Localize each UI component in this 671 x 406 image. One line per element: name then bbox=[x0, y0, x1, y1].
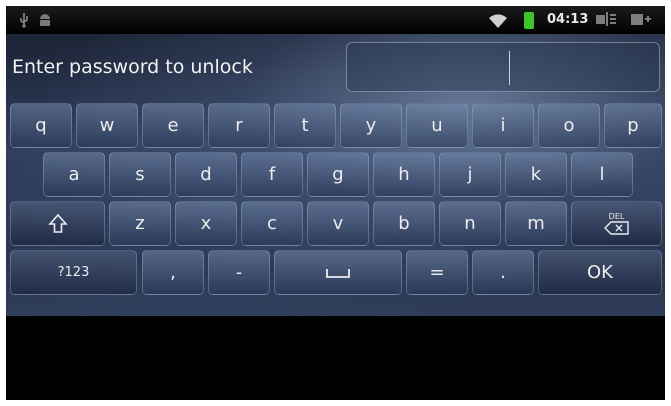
key-label: e bbox=[167, 115, 179, 136]
key-label: r bbox=[235, 115, 243, 136]
lock-screen: Enter password to unlock q w e r t y u i… bbox=[6, 34, 665, 316]
key-d[interactable]: d bbox=[175, 152, 237, 197]
key-h[interactable]: h bbox=[373, 152, 435, 197]
key-label: q bbox=[35, 115, 47, 136]
key-a[interactable]: a bbox=[43, 152, 105, 197]
key-label: k bbox=[530, 164, 542, 185]
key-equals[interactable]: = bbox=[406, 250, 468, 295]
shift-icon bbox=[47, 213, 68, 233]
key-s[interactable]: s bbox=[109, 152, 171, 197]
empty-area bbox=[6, 316, 665, 400]
delete-key[interactable]: DEL bbox=[571, 201, 662, 246]
key-label: f bbox=[268, 164, 276, 185]
wifi-icon bbox=[489, 14, 507, 28]
key-label: h bbox=[398, 164, 410, 185]
key-o[interactable]: o bbox=[538, 103, 600, 148]
key-label: d bbox=[200, 164, 212, 185]
key-u[interactable]: u bbox=[406, 103, 468, 148]
backspace-icon bbox=[603, 221, 629, 235]
key-label: x bbox=[200, 213, 212, 234]
device-screen: 04:13 Enter password to unlock q w e r t… bbox=[6, 6, 665, 400]
key-label: n bbox=[464, 213, 476, 234]
text-cursor bbox=[509, 51, 510, 85]
key-label: z bbox=[135, 213, 145, 234]
key-label: j bbox=[467, 164, 473, 185]
key-g[interactable]: g bbox=[307, 152, 369, 197]
ok-key[interactable]: OK bbox=[538, 250, 662, 295]
key-e[interactable]: e bbox=[142, 103, 204, 148]
key-comma[interactable]: , bbox=[142, 250, 204, 295]
space-key[interactable] bbox=[274, 250, 402, 295]
shift-key[interactable] bbox=[10, 201, 105, 246]
key-dash[interactable]: - bbox=[208, 250, 270, 295]
key-z[interactable]: z bbox=[109, 201, 171, 246]
space-icon bbox=[326, 268, 350, 278]
key-t[interactable]: t bbox=[274, 103, 336, 148]
key-v[interactable]: v bbox=[307, 201, 369, 246]
key-r[interactable]: r bbox=[208, 103, 270, 148]
delete-key-label: DEL bbox=[608, 212, 625, 221]
key-l[interactable]: l bbox=[571, 152, 633, 197]
signal-icon bbox=[596, 12, 616, 26]
usb-icon bbox=[20, 13, 28, 28]
key-label: OK bbox=[587, 262, 613, 283]
clock: 04:13 bbox=[547, 12, 589, 27]
key-i[interactable]: i bbox=[472, 103, 534, 148]
key-x[interactable]: x bbox=[175, 201, 237, 246]
key-label: o bbox=[563, 115, 575, 136]
status-bar: 04:13 bbox=[6, 6, 665, 34]
key-m[interactable]: m bbox=[505, 201, 567, 246]
key-f[interactable]: f bbox=[241, 152, 303, 197]
key-label: . bbox=[500, 262, 506, 283]
key-label: l bbox=[599, 164, 605, 185]
key-label: p bbox=[627, 115, 639, 136]
key-q[interactable]: q bbox=[10, 103, 72, 148]
key-c[interactable]: c bbox=[241, 201, 303, 246]
key-y[interactable]: y bbox=[340, 103, 402, 148]
key-period[interactable]: . bbox=[472, 250, 534, 295]
key-label: , bbox=[170, 262, 176, 283]
key-label: v bbox=[332, 213, 344, 234]
notification-icon[interactable] bbox=[631, 12, 653, 26]
key-label: g bbox=[332, 164, 344, 185]
key-p[interactable]: p bbox=[604, 103, 662, 148]
key-k[interactable]: k bbox=[505, 152, 567, 197]
unlock-prompt: Enter password to unlock bbox=[12, 56, 253, 78]
key-j[interactable]: j bbox=[439, 152, 501, 197]
key-label: = bbox=[429, 262, 445, 283]
battery-icon bbox=[524, 12, 534, 29]
key-w[interactable]: w bbox=[76, 103, 138, 148]
key-label: ?123 bbox=[57, 265, 90, 280]
android-icon bbox=[40, 14, 50, 26]
key-label: b bbox=[398, 213, 410, 234]
key-label: w bbox=[99, 115, 115, 136]
key-label: i bbox=[500, 115, 506, 136]
key-label: - bbox=[235, 262, 243, 283]
key-label: u bbox=[431, 115, 443, 136]
symbols-key[interactable]: ?123 bbox=[10, 250, 137, 295]
key-label: t bbox=[301, 115, 309, 136]
key-n[interactable]: n bbox=[439, 201, 501, 246]
key-label: c bbox=[267, 213, 277, 234]
key-label: m bbox=[527, 213, 545, 234]
password-input[interactable] bbox=[346, 42, 660, 92]
key-label: s bbox=[135, 164, 145, 185]
key-label: a bbox=[68, 164, 80, 185]
soft-keyboard: q w e r t y u i o p a s d f g h j k l z … bbox=[6, 99, 665, 323]
key-label: y bbox=[365, 115, 377, 136]
key-b[interactable]: b bbox=[373, 201, 435, 246]
